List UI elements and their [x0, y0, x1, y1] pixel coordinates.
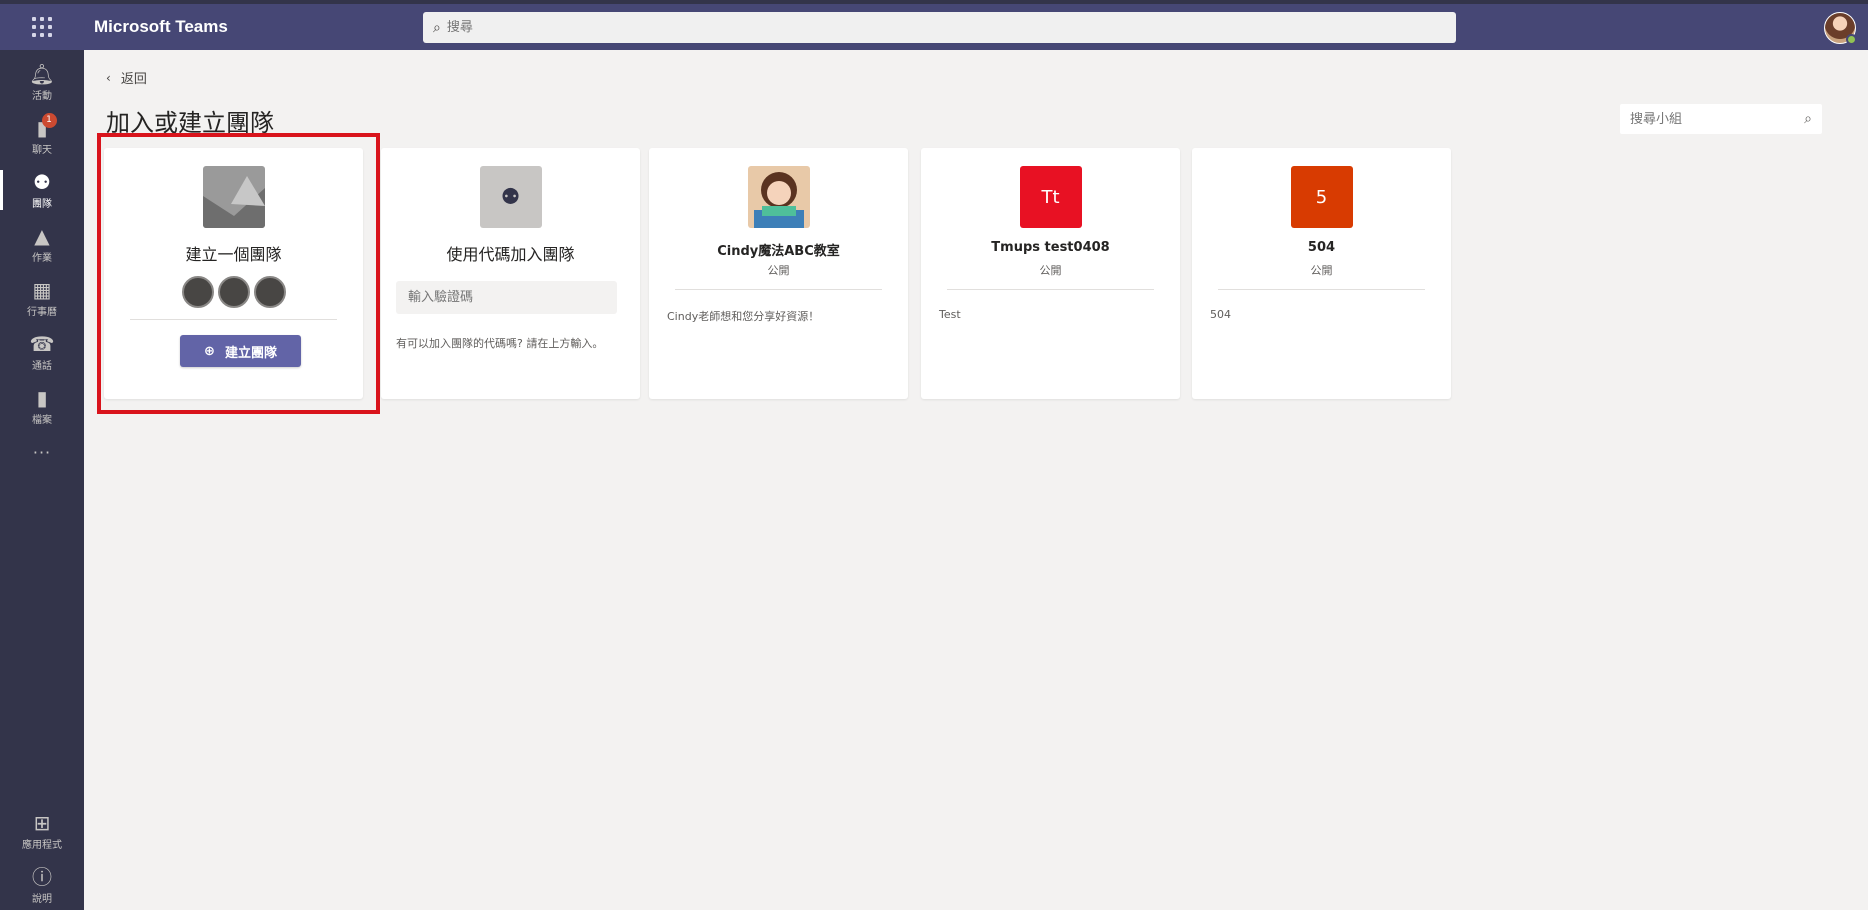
join-with-code-card: ⚉ 使用代碼加入團隊 有可以加入團隊的代碼嗎? 請在上方輸入。: [381, 148, 640, 399]
user-avatar[interactable]: [1824, 12, 1857, 45]
rail-item-label: 活動: [32, 90, 52, 102]
group-search-input[interactable]: [1630, 111, 1805, 127]
divider: [675, 289, 882, 290]
rail-item-calendar[interactable]: ▦ 行事曆: [0, 272, 84, 324]
join-code-input[interactable]: [396, 281, 617, 314]
rail-item-chat[interactable]: ▮ 1 聊天: [0, 110, 84, 162]
join-code-hint: 有可以加入團隊的代碼嗎? 請在上方輸入。: [396, 337, 604, 350]
apps-icon: ⊞: [33, 811, 51, 835]
divider: [1218, 289, 1425, 290]
bell-icon: 🔔︎: [29, 61, 55, 86]
search-input[interactable]: [446, 20, 1347, 35]
rail-item-files[interactable]: ▮ 檔案: [0, 380, 84, 432]
rail-item-label: 應用程式: [22, 840, 62, 851]
rail-item-label: 聊天: [32, 144, 52, 156]
divider: [947, 289, 1154, 290]
rail-item-help[interactable]: ⓘ 說明: [0, 866, 84, 905]
global-search[interactable]: ⌕: [423, 12, 1456, 43]
chat-icon: ▮ 1: [36, 112, 57, 139]
presence-available-icon: [1846, 34, 1857, 45]
team-avatar-initials: 5: [1290, 166, 1353, 228]
rail-item-calls[interactable]: ☎ 通話: [0, 326, 84, 378]
group-search[interactable]: ⌕: [1620, 104, 1822, 134]
rail-item-label: 檔案: [32, 414, 52, 426]
waffle-icon: [32, 17, 52, 37]
teams-icon: ⚉: [33, 169, 51, 194]
rail-item-teams[interactable]: ⚉ 團隊: [0, 164, 84, 216]
rail-item-label: 通話: [32, 360, 52, 372]
team-description: Cindy老師想和您分享好資源！: [667, 310, 820, 323]
assignments-icon: ▲: [34, 223, 50, 248]
team-card-504[interactable]: 5 504 公開 504: [1192, 148, 1451, 399]
card-title: 使用代碼加入團隊: [446, 245, 575, 264]
team-name: Cindy魔法ABC教室: [717, 244, 840, 259]
team-card-cindy[interactable]: Cindy魔法ABC教室 公開 Cindy老師想和您分享好資源！: [649, 148, 908, 399]
unread-badge: 1: [41, 112, 57, 128]
highlight-box: [97, 133, 380, 414]
rail-item-assignments[interactable]: ▲ 作業: [0, 218, 84, 270]
team-privacy: 公開: [1039, 264, 1062, 277]
team-card-tmups[interactable]: Tt Tmups test0408 公開 Test: [921, 148, 1180, 399]
team-avatar-photo: [747, 166, 810, 228]
team-name: 504: [1307, 240, 1336, 255]
calendar-icon: ▦: [32, 277, 52, 302]
rail-item-activity[interactable]: 🔔︎ 活動: [0, 56, 84, 108]
team-privacy: 公開: [1310, 264, 1333, 277]
rail-item-label: 作業: [32, 252, 52, 264]
rail-item-label: 說明: [32, 894, 52, 905]
rail-item-label: 團隊: [32, 198, 52, 210]
teams-icon: ⚉: [500, 184, 521, 210]
search-icon: ⌕: [433, 19, 441, 36]
more-apps-button[interactable]: ···: [0, 443, 84, 462]
phone-icon: ☎: [29, 331, 55, 356]
file-icon: ▮: [36, 385, 48, 410]
team-name: Tmups test0408: [991, 240, 1110, 255]
top-bar: Microsoft Teams ⌕: [0, 0, 1868, 50]
chevron-left-icon: ‹: [106, 70, 111, 85]
help-icon: ⓘ: [32, 865, 52, 889]
rail-item-apps[interactable]: ⊞ 應用程式: [0, 812, 84, 851]
app-launcher-button[interactable]: [0, 4, 84, 50]
team-description: 504: [1210, 308, 1231, 321]
app-rail: 🔔︎ 活動 ▮ 1 聊天 ⚉ 團隊 ▲ 作業 ▦ 行事曆 ☎ 通話 ▮ 檔案 ··…: [0, 50, 84, 910]
team-privacy: 公開: [767, 264, 790, 277]
app-title: Microsoft Teams: [94, 17, 228, 36]
back-link[interactable]: ‹ 返回: [106, 68, 147, 88]
search-icon[interactable]: ⌕: [1804, 111, 1812, 127]
join-team-image: ⚉: [479, 166, 542, 228]
rail-item-label: 行事曆: [27, 306, 57, 318]
back-label: 返回: [120, 72, 147, 87]
team-avatar-initials: Tt: [1019, 166, 1082, 228]
team-description: Test: [939, 308, 961, 321]
